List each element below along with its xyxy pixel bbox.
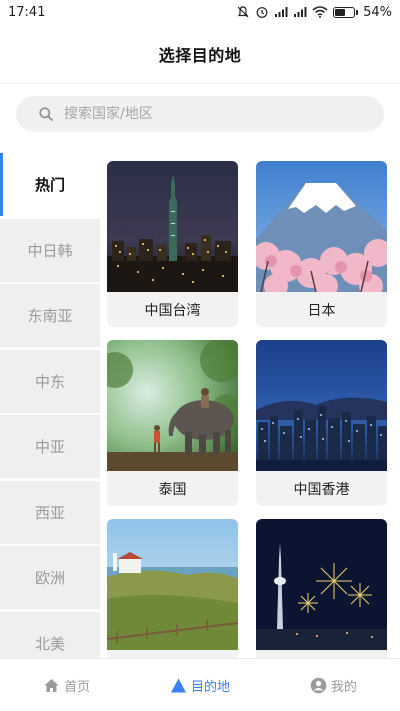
destination-card-hongkong[interactable]: 中国香港 [256,340,387,506]
sidebar-item-label: 中日韩 [27,241,73,260]
destination-card-coast[interactable] [107,519,238,658]
mount-fuji-image [256,161,387,292]
tab-label: 首页 [64,679,91,695]
status-bar: 17:41 54% [0,0,400,24]
search-icon [38,106,54,122]
destination-label [107,650,238,658]
tab-destination[interactable]: 目的地 [133,659,266,711]
battery-percent: 54% [363,4,392,20]
triangle-icon [170,677,187,694]
sidebar-item-north-america[interactable]: 北美 [0,611,100,658]
tab-label: 目的地 [190,679,230,695]
coastal-lighthouse-image [107,519,238,650]
sidebar-item-label: 欧洲 [34,569,65,587]
bottom-tab-bar: 首页 目的地 我的 [0,658,400,711]
sidebar-item-label: 西亚 [34,503,65,522]
signal-icon [274,6,288,18]
sidebar-item-label: 热门 [34,176,65,194]
destination-card-macau[interactable] [256,519,387,658]
destination-label: 日本 [256,292,387,327]
status-time: 17:41 [8,4,46,20]
destination-label: 泰国 [107,471,238,506]
category-sidebar: 热门 中日韩 东南亚 中东 中亚 西亚 欧洲 北美 [0,153,100,658]
alarm-icon [255,5,269,19]
sidebar-item-middle-east[interactable]: 中东 [0,349,100,413]
wifi-icon [312,6,328,18]
destination-label: 中国香港 [256,471,387,506]
sidebar-item-label: 中亚 [34,438,65,456]
mute-bell-icon [236,5,250,19]
destination-card-taiwan[interactable]: 中国台湾 [107,161,238,327]
search-bar[interactable] [16,96,384,132]
sidebar-item-label: 北美 [34,634,65,653]
destination-card-thailand[interactable]: 泰国 [107,340,238,506]
battery-icon [333,6,359,18]
sidebar-item-label: 东南亚 [27,307,73,325]
sidebar-item-southeast-asia[interactable]: 东南亚 [0,284,100,347]
tab-home[interactable]: 首页 [0,659,133,711]
user-icon [310,677,327,694]
page-title: 选择目的地 [158,45,242,65]
search-input[interactable] [64,106,324,122]
destination-label: 中国台湾 [107,292,238,327]
elephant-jungle-image [107,340,238,471]
page-header: 选择目的地 [0,24,400,84]
signal-icon-2 [293,6,307,18]
sidebar-item-cjk[interactable]: 中日韩 [0,218,100,282]
sidebar-item-central-asia[interactable]: 中亚 [0,415,100,478]
sidebar-item-europe[interactable]: 欧洲 [0,546,100,609]
hong-kong-skyline-image [256,340,387,471]
sidebar-item-hot[interactable]: 热门 [0,153,100,216]
status-icons: 54% [236,5,392,20]
destination-label [256,650,387,658]
macau-tower-fireworks-image [256,519,387,650]
destination-grid: 中国台湾 日本 泰国 中国香港 [100,153,400,658]
tab-mine[interactable]: 我的 [267,659,400,711]
sidebar-item-label: 中东 [34,372,65,391]
sidebar-item-west-asia[interactable]: 西亚 [0,480,100,544]
taipei-skyline-image [107,161,238,292]
destination-card-japan[interactable]: 日本 [256,161,387,327]
home-icon [43,677,60,694]
tab-label: 我的 [330,679,357,695]
